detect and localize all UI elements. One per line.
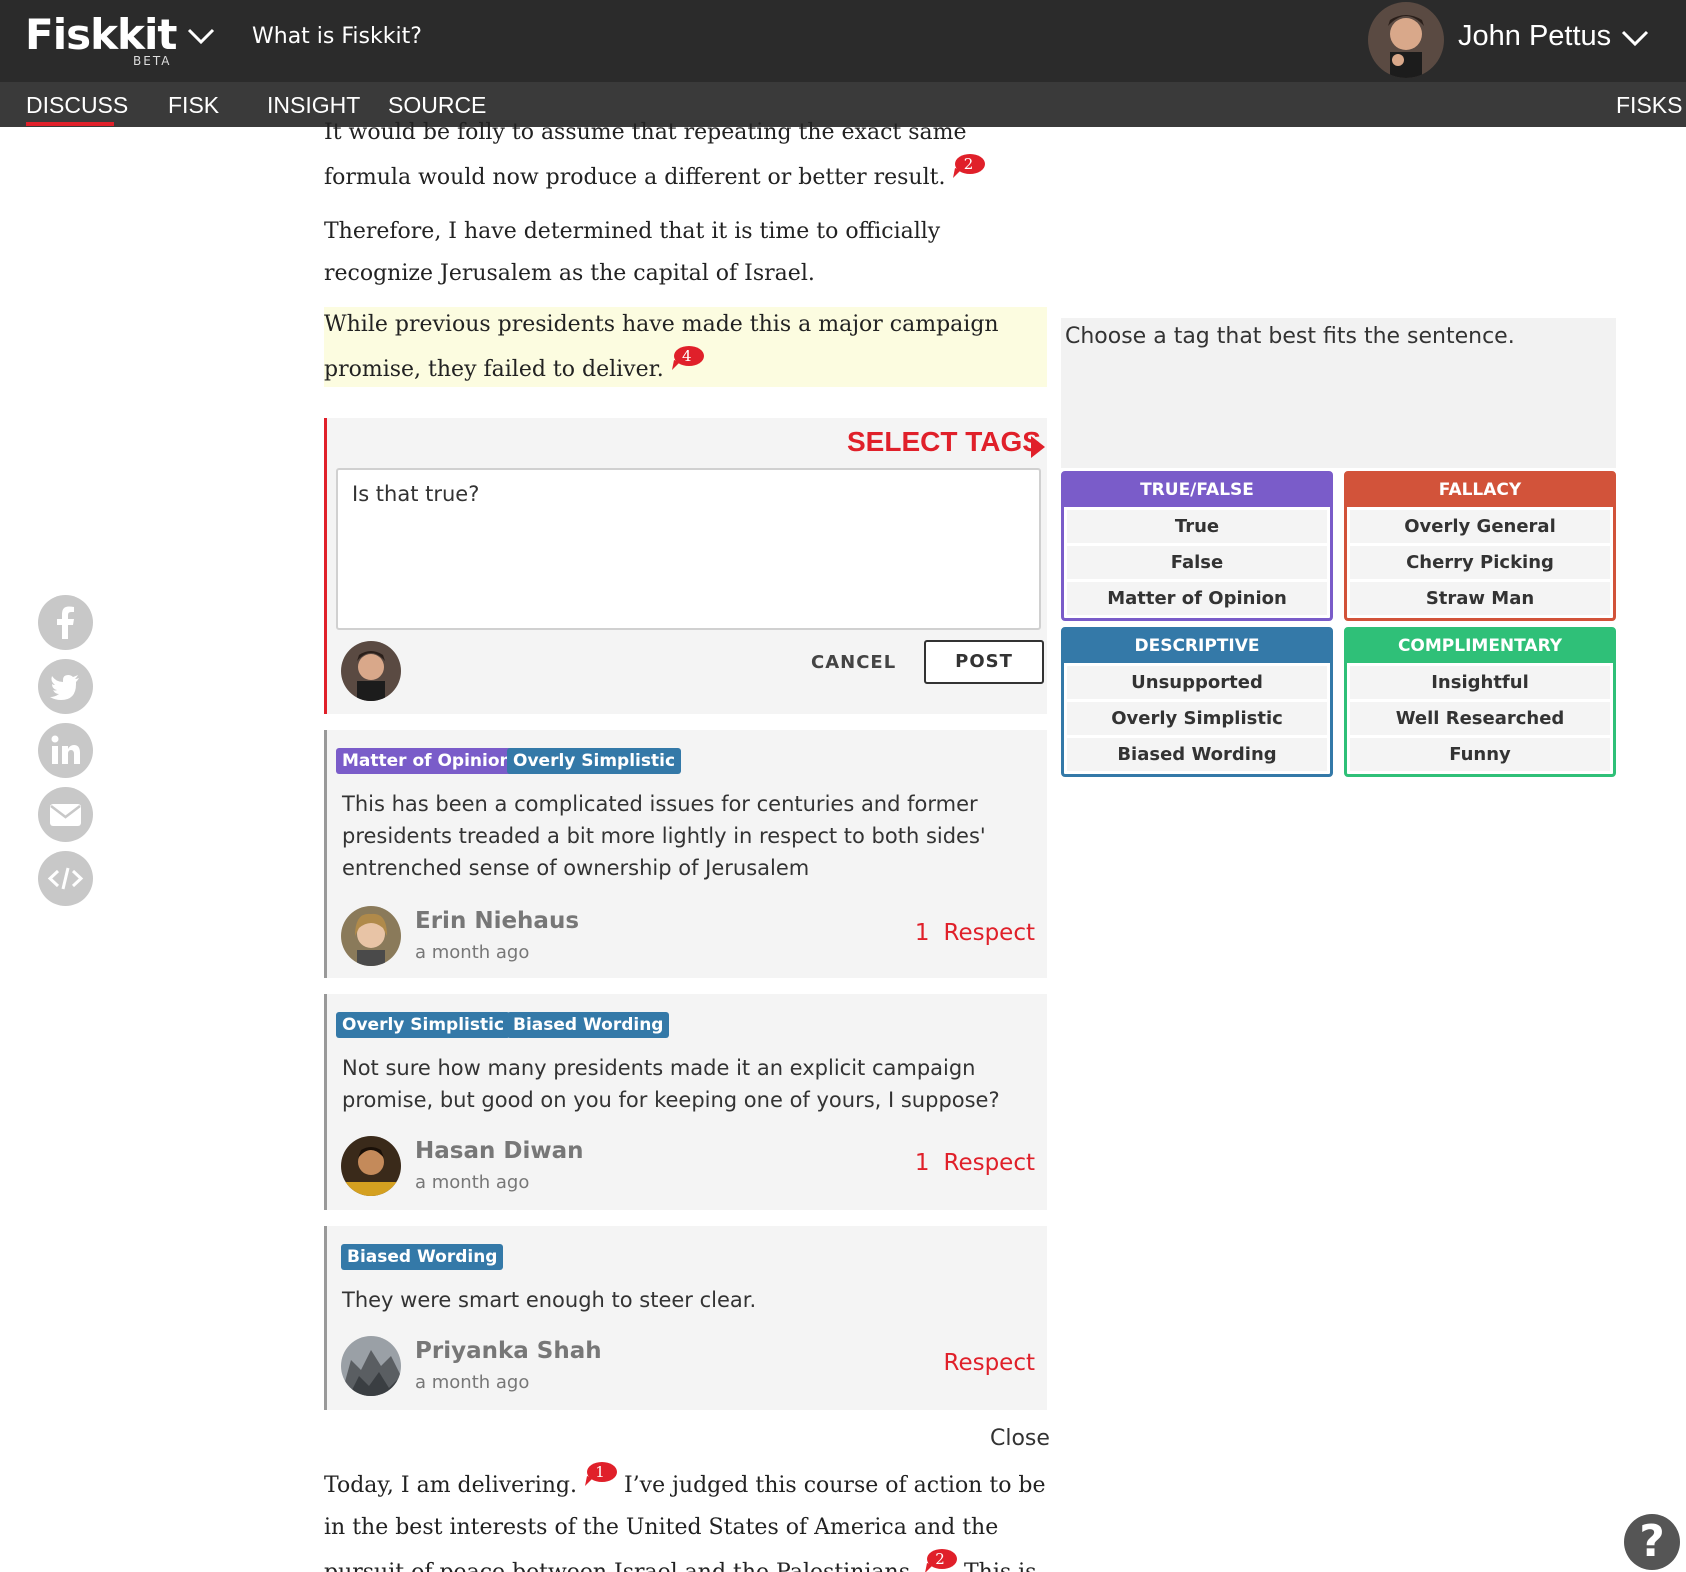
tag-group-descriptive: DESCRIPTIVE Unsupported Overly Simplisti… [1061, 627, 1333, 777]
email-share-button[interactable] [38, 787, 93, 842]
tag-group-title: TRUE/FALSE [1064, 474, 1330, 507]
top-bar: Fiskkit BETA What is Fiskkit? John Pettu… [0, 0, 1686, 82]
fiskkit-logo[interactable]: Fiskkit [25, 10, 177, 59]
article-paragraph: While previous presidents have made this… [324, 304, 1024, 391]
comment-count-bubble[interactable]: 2 [923, 1549, 957, 1572]
tag-chip: Overly Simplistic [507, 748, 682, 774]
comment-text: Not sure how many presidents made it an … [342, 1056, 1000, 1112]
tag-group-complimentary: COMPLIMENTARY Insightful Well Researched… [1344, 627, 1616, 777]
user-name[interactable]: John Pettus [1458, 20, 1611, 53]
tag-option-straw-man[interactable]: Straw Man [1350, 582, 1610, 615]
tag-option-cherry-picking[interactable]: Cherry Picking [1350, 546, 1610, 579]
avatar [341, 906, 401, 966]
tag-option-true[interactable]: True [1067, 510, 1327, 543]
respect-button[interactable]: 1 Respect [915, 920, 1035, 946]
tag-hint-text: Choose a tag that best fits the sentence… [1061, 318, 1616, 468]
respect-count: 1 [914, 920, 930, 946]
article-sentence[interactable]: Today, I am delivering. [324, 1473, 577, 1498]
caret-right-icon[interactable] [1031, 436, 1045, 458]
respect-label: Respect [943, 920, 1036, 946]
what-is-fiskkit-link[interactable]: What is Fiskkit? [252, 24, 422, 49]
tab-fisk[interactable]: FISK [168, 92, 219, 119]
article-paragraph: It would be folly to assume that repeati… [324, 112, 1044, 199]
comment-author[interactable]: Hasan Diwan [415, 1138, 583, 1164]
help-button[interactable]: ? [1624, 1514, 1680, 1570]
respect-button[interactable]: Respect [944, 1350, 1036, 1376]
tag-chip: Biased Wording [341, 1244, 504, 1270]
comment-card: Overly Simplistic Biased Wording Not sur… [324, 994, 1047, 1210]
article-sentence[interactable]: It would be folly to assume that repeati… [324, 120, 967, 190]
tag-chip: Matter of Opinion [336, 748, 518, 774]
tag-option-false[interactable]: False [1067, 546, 1327, 579]
tag-group-title: FALLACY [1347, 474, 1613, 507]
linkedin-share-button[interactable] [38, 723, 93, 778]
tag-group-true-false: TRUE/FALSE True False Matter of Opinion [1061, 471, 1333, 621]
tag-option-well-researched[interactable]: Well Researched [1350, 702, 1610, 735]
respect-count: 1 [914, 1150, 930, 1176]
linkedin-icon [51, 735, 80, 764]
user-menu-chevron-icon[interactable] [1620, 26, 1650, 50]
comment-editor: SELECT TAGS Is that true? CANCEL POST [324, 418, 1047, 714]
comment-text: They were smart enough to steer clear. [342, 1288, 757, 1312]
comment-author[interactable]: Erin Niehaus [415, 908, 579, 934]
facebook-share-button[interactable] [38, 595, 93, 650]
tab-discuss[interactable]: DISCUSS [26, 92, 128, 119]
tag-option-biased-wording[interactable]: Biased Wording [1067, 738, 1327, 771]
embed-share-button[interactable] [38, 851, 93, 906]
cancel-button[interactable]: CANCEL [811, 652, 896, 673]
user-avatar[interactable] [1368, 2, 1444, 78]
tag-option-funny[interactable]: Funny [1350, 738, 1610, 771]
selected-sentence[interactable]: While previous presidents have made this… [324, 312, 999, 382]
respect-label: Respect [943, 1150, 1036, 1176]
facebook-icon [57, 606, 74, 639]
tag-chip: Biased Wording [507, 1012, 670, 1038]
comment-time: a month ago [415, 1372, 530, 1393]
beta-badge: BETA [133, 54, 172, 68]
avatar [341, 1136, 401, 1196]
tag-chip: Overly Simplistic [336, 1012, 511, 1038]
tag-option-overly-general[interactable]: Overly General [1350, 510, 1610, 543]
respect-label: Respect [943, 1350, 1036, 1376]
twitter-share-button[interactable] [38, 659, 93, 714]
post-button[interactable]: POST [924, 640, 1044, 684]
tag-option-matter-of-opinion[interactable]: Matter of Opinion [1067, 582, 1327, 615]
embed-code-icon [47, 867, 84, 890]
article-paragraph: Today, I am delivering. 1 I’ve judged thi… [324, 1462, 1054, 1572]
tab-fisks[interactable]: FISKS [1616, 92, 1682, 119]
comment-count-bubble[interactable]: 4 [670, 346, 704, 370]
email-icon [50, 804, 81, 826]
avatar [341, 641, 401, 701]
tag-option-insightful[interactable]: Insightful [1350, 666, 1610, 699]
tag-option-overly-simplistic[interactable]: Overly Simplistic [1067, 702, 1327, 735]
comment-count-bubble[interactable]: 1 [583, 1462, 617, 1486]
comment-author[interactable]: Priyanka Shah [415, 1338, 602, 1364]
twitter-icon [50, 675, 79, 700]
comment-time: a month ago [415, 942, 530, 963]
tag-group-title: COMPLIMENTARY [1347, 630, 1613, 663]
tag-group-title: DESCRIPTIVE [1064, 630, 1330, 663]
article-sentence[interactable]: Therefore, I have determined that it is … [324, 219, 940, 286]
avatar [341, 1336, 401, 1396]
article-paragraph: Therefore, I have determined that it is … [324, 211, 1024, 295]
tag-group-fallacy: FALLACY Overly General Cherry Picking St… [1344, 471, 1616, 621]
active-tab-indicator [26, 122, 114, 126]
tag-option-unsupported[interactable]: Unsupported [1067, 666, 1327, 699]
comment-text: This has been a complicated issues for c… [342, 792, 986, 880]
chevron-down-icon[interactable] [186, 24, 216, 48]
comment-count-bubble[interactable]: 2 [951, 154, 986, 178]
comment-input[interactable]: Is that true? [336, 468, 1041, 630]
respect-button[interactable]: 1 Respect [915, 1150, 1035, 1176]
comment-card: Biased Wording They were smart enough to… [324, 1226, 1047, 1410]
close-comments-link[interactable]: Close [990, 1426, 1050, 1451]
comment-card: Matter of Opinion Overly Simplistic This… [324, 730, 1047, 978]
select-tags-button[interactable]: SELECT TAGS [847, 426, 1041, 458]
comment-time: a month ago [415, 1172, 530, 1193]
